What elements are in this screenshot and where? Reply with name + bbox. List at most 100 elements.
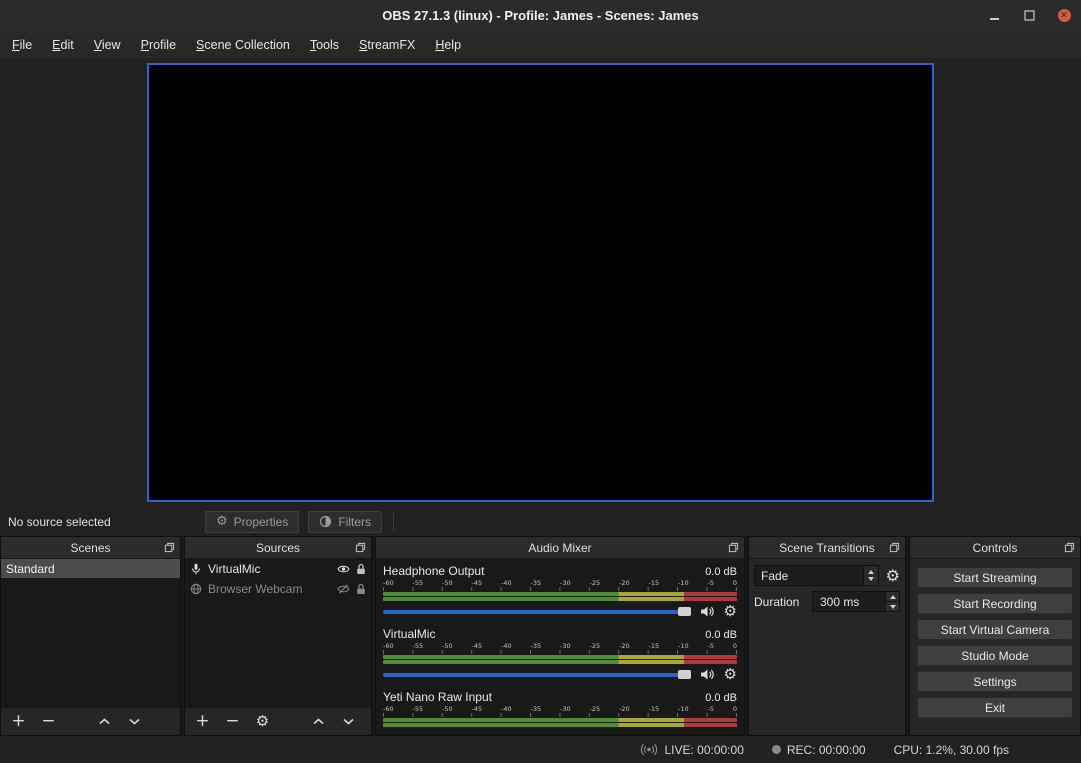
scene-transitions-dock: Scene Transitions Fade ⚙: [748, 536, 906, 736]
window-title: OBS 27.1.3 (linux) - Profile: James - Sc…: [382, 8, 698, 23]
transition-select[interactable]: Fade: [754, 565, 879, 586]
menu-profile[interactable]: Profile: [131, 33, 186, 57]
add-scene-button[interactable]: +: [10, 713, 27, 730]
start-recording-button[interactable]: Start Recording: [917, 593, 1073, 614]
meter-scale-label: -35: [531, 579, 542, 587]
sources-dock: Sources VirtualMic: [184, 536, 372, 736]
meter-scale-label: 0: [733, 705, 737, 713]
meter-scale-label: -50: [442, 705, 453, 713]
mixer-channel: VirtualMic 0.0 dB -60-55-50-45-40-35-30-…: [383, 627, 737, 682]
popout-icon[interactable]: [164, 542, 175, 553]
properties-button[interactable]: ⚙ Properties: [205, 511, 299, 533]
duration-spinbox[interactable]: 300 ms: [812, 591, 900, 612]
source-item[interactable]: VirtualMic: [185, 559, 371, 579]
menu-tools[interactable]: Tools: [300, 33, 349, 57]
add-source-button[interactable]: +: [194, 713, 211, 730]
meter-scale-label: -35: [531, 642, 542, 650]
source-item[interactable]: Browser Webcam: [185, 579, 371, 599]
transition-properties-button[interactable]: ⚙: [886, 568, 900, 584]
filters-label: Filters: [338, 515, 371, 529]
cpu-fps-stats: CPU: 1.2%, 30.00 fps: [894, 743, 1009, 757]
volume-slider[interactable]: [383, 606, 691, 617]
start-streaming-button[interactable]: Start Streaming: [917, 567, 1073, 588]
popout-icon[interactable]: [728, 542, 739, 553]
titlebar: OBS 27.1.3 (linux) - Profile: James - Sc…: [0, 0, 1081, 31]
channel-level: 0.0 dB: [705, 629, 737, 641]
visibility-eye-slash-icon[interactable]: [337, 584, 350, 594]
meter-scale-label: -10: [678, 642, 689, 650]
broadcast-icon: [640, 743, 658, 756]
popout-icon[interactable]: [1064, 542, 1075, 553]
audio-mixer-dock-header: Audio Mixer: [376, 537, 744, 559]
remove-source-button[interactable]: −: [224, 713, 241, 730]
meter-scale-label: -20: [619, 579, 630, 587]
maximize-button[interactable]: [1022, 9, 1036, 23]
meter-scale-label: -30: [560, 705, 571, 713]
volume-slider[interactable]: [383, 669, 691, 680]
meter-scale-label: -45: [472, 579, 483, 587]
move-scene-down-button[interactable]: [126, 713, 143, 730]
remove-scene-button[interactable]: −: [40, 713, 57, 730]
filters-button[interactable]: Filters: [308, 511, 382, 533]
move-scene-up-button[interactable]: [96, 713, 113, 730]
channel-level: 0.0 dB: [705, 692, 737, 704]
gear-icon[interactable]: ⚙: [724, 667, 737, 682]
meter-ticks: [383, 713, 737, 717]
source-toolbar: No source selected ⚙ Properties Filters: [0, 507, 1081, 536]
studio-mode-button[interactable]: Studio Mode: [917, 645, 1073, 666]
meter-scale-label: -60: [383, 705, 394, 713]
popout-icon[interactable]: [889, 542, 900, 553]
scene-item[interactable]: Standard: [1, 559, 180, 578]
duration-decrease-button[interactable]: [886, 602, 899, 611]
move-source-up-button[interactable]: [310, 713, 327, 730]
duration-value[interactable]: 300 ms: [813, 592, 885, 611]
source-properties-button[interactable]: ⚙: [254, 713, 271, 730]
popout-icon[interactable]: [355, 542, 366, 553]
menu-streamfx[interactable]: StreamFX: [349, 33, 425, 57]
preview-canvas[interactable]: [147, 63, 934, 502]
menu-scene-collection[interactable]: Scene Collection: [186, 33, 300, 57]
meter-scale-label: -40: [501, 642, 512, 650]
exit-button[interactable]: Exit: [917, 697, 1073, 718]
settings-button[interactable]: Settings: [917, 671, 1073, 692]
source-list: VirtualMic Browser Webcam: [185, 559, 371, 707]
lock-icon[interactable]: [356, 583, 366, 595]
lock-icon[interactable]: [356, 563, 366, 575]
volume-meter: [383, 592, 737, 601]
obs-window: OBS 27.1.3 (linux) - Profile: James - Sc…: [0, 0, 1081, 763]
speaker-icon[interactable]: [700, 668, 715, 681]
no-source-label: No source selected: [8, 515, 205, 529]
controls-title: Controls: [973, 541, 1018, 555]
slider-handle[interactable]: [678, 670, 691, 679]
minus-icon: −: [41, 713, 55, 730]
chevron-down-icon: [868, 577, 874, 581]
meter-scale-label: -40: [501, 579, 512, 587]
start-virtual-camera-button[interactable]: Start Virtual Camera: [917, 619, 1073, 640]
duration-increase-button[interactable]: [886, 592, 899, 602]
controls-dock-header: Controls: [910, 537, 1080, 559]
transition-current: Fade: [755, 566, 863, 585]
gear-icon[interactable]: ⚙: [724, 604, 737, 619]
channel-name: Headphone Output: [383, 564, 484, 578]
speaker-icon[interactable]: [700, 605, 715, 618]
combo-spinner[interactable]: [863, 566, 878, 585]
meter-scale: -60-55-50-45-40-35-30-25-20-15-10-50: [383, 579, 737, 587]
menu-edit[interactable]: Edit: [42, 33, 84, 57]
slider-handle[interactable]: [678, 607, 691, 616]
move-source-down-button[interactable]: [340, 713, 357, 730]
minimize-button[interactable]: [987, 9, 1001, 23]
meter-scale-label: -25: [590, 642, 601, 650]
audio-mixer-title: Audio Mixer: [528, 541, 591, 555]
menu-help[interactable]: Help: [425, 33, 471, 57]
visibility-eye-icon[interactable]: [337, 564, 350, 574]
chevron-up-icon: [99, 718, 110, 725]
menu-file[interactable]: File: [2, 33, 42, 57]
menu-view[interactable]: View: [84, 33, 131, 57]
chevron-up-icon: [890, 595, 896, 599]
meter-scale-label: -40: [501, 705, 512, 713]
meter-scale-label: -15: [649, 642, 660, 650]
meter-scale-label: -10: [678, 705, 689, 713]
maximize-icon: [1024, 10, 1035, 21]
close-button[interactable]: ✕: [1057, 9, 1071, 23]
meter-scale-label: -60: [383, 642, 394, 650]
